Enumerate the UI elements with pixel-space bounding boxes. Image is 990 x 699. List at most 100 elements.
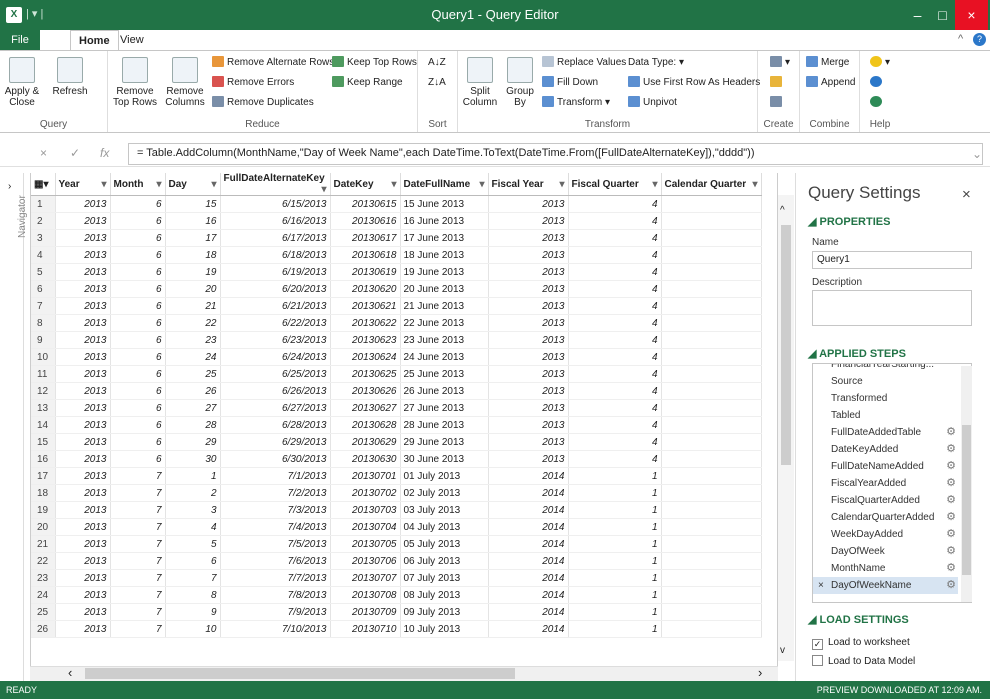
table-cell[interactable]: 6 [110, 297, 166, 315]
table-cell[interactable]: 2014 [488, 586, 569, 604]
table-cell[interactable]: 2013 [488, 331, 569, 349]
table-cell[interactable]: 6/28/2013 [220, 416, 331, 434]
sort-ascending-icon[interactable]: A↓Z [428, 55, 446, 70]
table-cell[interactable]: 6 [110, 280, 166, 298]
table-row[interactable]: 7 2013 6 21 6/21/2013 20130621 21 June 2013 201… [31, 297, 762, 315]
table-cell[interactable]: 2013 [55, 382, 111, 400]
refresh-button[interactable]: Refresh [48, 57, 92, 97]
table-cell[interactable]: 4 [568, 399, 662, 417]
table-cell[interactable]: 2013 [55, 433, 111, 451]
table-cell[interactable]: 2014 [488, 552, 569, 570]
table-cell[interactable]: 29 June 2013 [400, 433, 489, 451]
maximize-button[interactable]: □ [930, 0, 955, 30]
table-cell[interactable]: 2013 [488, 314, 569, 332]
table-cell[interactable]: 20 June 2013 [400, 280, 489, 298]
table-cell[interactable]: 6 [110, 212, 166, 230]
table-cell[interactable]: 1 [568, 518, 662, 536]
table-cell[interactable]: 09 July 2013 [400, 603, 489, 621]
table-cell[interactable]: 2014 [488, 535, 569, 553]
table-row[interactable]: 4 2013 6 18 6/18/2013 20130618 18 June 2013 201… [31, 246, 762, 264]
table-cell[interactable]: 20130624 [330, 348, 401, 366]
column-header[interactable]: Fiscal Quarter ▾ [568, 173, 662, 196]
table-cell[interactable]: 20130616 [330, 212, 401, 230]
table-cell[interactable]: 20130704 [330, 518, 401, 536]
step-settings-gear-icon[interactable]: ⚙ [946, 475, 956, 492]
table-row[interactable]: 3 2013 6 17 6/17/2013 20130617 17 June 2013 201… [31, 229, 762, 247]
table-cell[interactable]: 1 [568, 484, 662, 502]
table-cell[interactable]: 2013 [55, 229, 111, 247]
applied-step[interactable]: Source [813, 373, 958, 390]
scroll-right-icon[interactable]: › [758, 665, 762, 680]
table-row[interactable]: 23 2013 7 7 7/7/2013 20130707 07 July 2013 2014… [31, 569, 762, 587]
column-filter-icon[interactable]: ▾ [479, 179, 484, 190]
step-settings-gear-icon[interactable]: ⚙ [946, 441, 956, 458]
table-cell[interactable]: 2013 [55, 603, 111, 621]
table-cell[interactable]: 7/5/2013 [220, 535, 331, 553]
table-cell[interactable]: 20130710 [330, 620, 401, 638]
split-column-button[interactable]: Split Column [460, 57, 500, 108]
table-cell[interactable]: 2013 [55, 263, 111, 281]
expand-navigator-icon[interactable]: › [8, 181, 11, 192]
table-cell[interactable]: 7/4/2013 [220, 518, 331, 536]
scroll-left-icon[interactable]: ‹ [68, 665, 72, 680]
table-cell[interactable]: 20130706 [330, 552, 401, 570]
table-cell[interactable]: 1 [568, 535, 662, 553]
help-icon[interactable]: ? [973, 33, 986, 46]
table-cell[interactable]: 1 [568, 501, 662, 519]
table-cell[interactable]: 8 [165, 586, 221, 604]
table-cell[interactable]: 7/1/2013 [220, 467, 331, 485]
table-cell[interactable]: 10 [165, 620, 221, 638]
column-filter-icon[interactable]: ▾ [559, 179, 564, 190]
table-cell[interactable]: 7/3/2013 [220, 501, 331, 519]
table-cell[interactable]: 6/23/2013 [220, 331, 331, 349]
column-filter-icon[interactable]: ▾ [391, 179, 396, 190]
table-cell[interactable]: 20130705 [330, 535, 401, 553]
table-row[interactable]: 16 2013 6 30 6/30/2013 20130630 30 June 2013 20… [31, 450, 762, 468]
table-cell[interactable]: 4 [568, 280, 662, 298]
table-cell[interactable]: 6 [110, 450, 166, 468]
keep-range-button[interactable]: Keep Range [332, 75, 403, 90]
table-row[interactable]: 12 2013 6 26 6/26/2013 20130626 26 June 2013 20… [31, 382, 762, 400]
table-cell[interactable]: 6/20/2013 [220, 280, 331, 298]
applied-step[interactable]: FiscalYearAdded ⚙ [813, 475, 958, 492]
table-cell[interactable]: 20130615 [330, 195, 401, 213]
table-cell[interactable]: 03 July 2013 [400, 501, 489, 519]
load-to-worksheet-checkbox[interactable]: ✓ Load to worksheet [812, 637, 910, 650]
step-settings-gear-icon[interactable]: ⚙ [946, 458, 956, 475]
step-settings-gear-icon[interactable]: ⚙ [946, 526, 956, 543]
cancel-formula-icon[interactable]: × [40, 146, 47, 160]
applied-step[interactable]: FullDateNameAdded ⚙ [813, 458, 958, 475]
table-row[interactable]: 20 2013 7 4 7/4/2013 20130704 04 July 2013 2014… [31, 518, 762, 536]
navigator-pane[interactable]: › Navigator [0, 173, 28, 681]
table-cell[interactable]: 7 [110, 535, 166, 553]
applied-step[interactable]: DayOfWeek ⚙ [813, 543, 958, 560]
steps-scroll-thumb[interactable] [962, 425, 971, 575]
table-cell[interactable]: 2013 [55, 586, 111, 604]
table-cell[interactable]: 6 [110, 246, 166, 264]
table-cell[interactable]: 6/21/2013 [220, 297, 331, 315]
table-cell[interactable]: 7/6/2013 [220, 552, 331, 570]
applied-step[interactable]: FullDateAddedTable ⚙ [813, 424, 958, 441]
table-row[interactable]: 9 2013 6 23 6/23/2013 20130623 23 June 2013 201… [31, 331, 762, 349]
table-cell[interactable]: 18 [165, 246, 221, 264]
scroll-up-icon[interactable]: ^ [780, 205, 785, 216]
table-cell[interactable]: 20130623 [330, 331, 401, 349]
table-cell[interactable]: 2014 [488, 603, 569, 621]
table-cell[interactable]: 20130620 [330, 280, 401, 298]
table-cell[interactable]: 26 [165, 382, 221, 400]
table-cell[interactable]: 2013 [55, 212, 111, 230]
table-cell[interactable]: 16 June 2013 [400, 212, 489, 230]
table-cell[interactable]: 2013 [55, 297, 111, 315]
table-cell[interactable]: 7 [110, 620, 166, 638]
table-cell[interactable]: 4 [568, 297, 662, 315]
table-cell[interactable]: 2013 [488, 212, 569, 230]
table-cell[interactable]: 6/29/2013 [220, 433, 331, 451]
data-type-dropdown[interactable]: Data Type: ▾ [628, 55, 684, 70]
table-row[interactable]: 19 2013 7 3 7/3/2013 20130703 03 July 2013 2014… [31, 501, 762, 519]
table-cell[interactable]: 2013 [488, 416, 569, 434]
table-cell[interactable]: 6/15/2013 [220, 195, 331, 213]
step-settings-gear-icon[interactable]: ⚙ [946, 577, 956, 594]
table-cell[interactable]: 20130702 [330, 484, 401, 502]
close-window-button[interactable]: × [955, 0, 988, 30]
table-cell[interactable]: 20130618 [330, 246, 401, 264]
